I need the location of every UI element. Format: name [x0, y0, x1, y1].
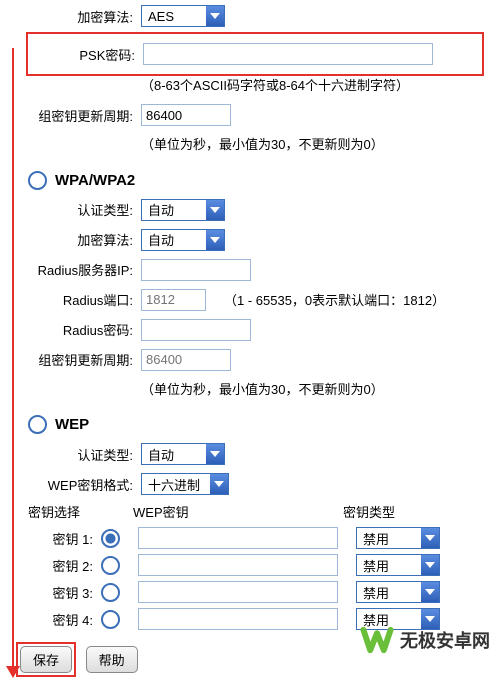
- chevron-down-icon: [210, 474, 228, 494]
- wpa-radio[interactable]: [28, 171, 47, 190]
- watermark-logo-icon: [360, 623, 394, 657]
- key1-input[interactable]: [138, 527, 338, 549]
- enc-algo-row: 加密算法: AES: [28, 4, 482, 28]
- wep-fmt-label: WEP密钥格式:: [28, 475, 141, 494]
- chevron-down-icon: [421, 528, 439, 548]
- key4-radio[interactable]: [101, 610, 120, 629]
- key4-input[interactable]: [138, 608, 338, 630]
- watermark-text: 无极安卓网: [400, 627, 490, 653]
- group-rekey-hint: （单位为秒，最小值为30，不更新则为0）: [141, 133, 482, 156]
- wpa-auth-label: 认证类型:: [28, 200, 141, 219]
- wep-title: WEP: [55, 416, 89, 433]
- wpa-title: WPA/WPA2: [55, 172, 135, 189]
- psk-input[interactable]: [143, 43, 433, 65]
- psk-label: PSK密码:: [30, 45, 143, 64]
- enc-algo-label: 加密算法:: [28, 7, 141, 26]
- save-button[interactable]: 保存: [20, 646, 72, 673]
- wpa-group-label: 组密钥更新周期:: [28, 350, 141, 369]
- wpa-section-header[interactable]: WPA/WPA2: [28, 171, 482, 190]
- psk-hint: （8-63个ASCII码字符或8-64个十六进制字符）: [141, 74, 482, 97]
- group-rekey-row: 组密钥更新周期:: [28, 103, 482, 127]
- annotation-arrow-line: [12, 48, 14, 668]
- psk-highlight: PSK密码:: [26, 32, 484, 76]
- radius-port-input[interactable]: [141, 289, 206, 311]
- wep-key-2-row: 密钥 2: 禁用: [28, 554, 482, 576]
- save-highlight: 保存: [16, 642, 76, 677]
- chevron-down-icon: [206, 230, 224, 250]
- wep-fmt-select[interactable]: 十六进制: [141, 473, 229, 495]
- head-key: WEP密钥: [133, 502, 343, 521]
- enc-algo-select[interactable]: AES: [141, 5, 225, 27]
- psk-row: PSK密码:: [30, 42, 480, 66]
- key3-type-select[interactable]: 禁用: [356, 581, 440, 603]
- key4-label: 密钥 4:: [28, 610, 101, 629]
- wpa-enc-label: 加密算法:: [28, 230, 141, 249]
- wpa-group-hint: （单位为秒，最小值为30，不更新则为0）: [141, 378, 482, 401]
- chevron-down-icon: [421, 582, 439, 602]
- wep-key-1-row: 密钥 1: 禁用: [28, 527, 482, 549]
- wpa-auth-select[interactable]: 自动: [141, 199, 225, 221]
- head-select: 密钥选择: [28, 502, 133, 521]
- wep-auth-label: 认证类型:: [28, 445, 141, 464]
- wep-key-header: 密钥选择 WEP密钥 密钥类型: [28, 502, 482, 521]
- radius-ip-label: Radius服务器IP:: [28, 260, 141, 279]
- wep-radio[interactable]: [28, 415, 47, 434]
- help-button[interactable]: 帮助: [86, 646, 138, 673]
- radius-port-label: Radius端口:: [28, 290, 141, 309]
- radius-pw-input[interactable]: [141, 319, 251, 341]
- key3-input[interactable]: [138, 581, 338, 603]
- chevron-down-icon: [206, 444, 224, 464]
- chevron-down-icon: [421, 555, 439, 575]
- wpa-enc-select[interactable]: 自动: [141, 229, 225, 251]
- group-rekey-label: 组密钥更新周期:: [28, 106, 141, 125]
- head-type: 密钥类型: [343, 502, 395, 521]
- key1-radio[interactable]: [101, 529, 120, 548]
- chevron-down-icon: [206, 6, 224, 26]
- wep-section-header[interactable]: WEP: [28, 415, 482, 434]
- key3-label: 密钥 3:: [28, 583, 101, 602]
- wep-key-3-row: 密钥 3: 禁用: [28, 581, 482, 603]
- watermark: 无极安卓网: [360, 623, 490, 657]
- chevron-down-icon: [206, 200, 224, 220]
- group-rekey-input[interactable]: [141, 104, 231, 126]
- key2-type-select[interactable]: 禁用: [356, 554, 440, 576]
- radius-ip-input[interactable]: [141, 259, 251, 281]
- key1-label: 密钥 1:: [28, 529, 101, 548]
- key3-radio[interactable]: [101, 583, 120, 602]
- radius-pw-label: Radius密码:: [28, 320, 141, 339]
- key2-radio[interactable]: [101, 556, 120, 575]
- key1-type-select[interactable]: 禁用: [356, 527, 440, 549]
- key2-input[interactable]: [138, 554, 338, 576]
- wpa-group-input[interactable]: [141, 349, 231, 371]
- key2-label: 密钥 2:: [28, 556, 101, 575]
- radius-port-hint: （1 - 65535，0表示默认端口：1812）: [224, 290, 445, 309]
- wep-auth-select[interactable]: 自动: [141, 443, 225, 465]
